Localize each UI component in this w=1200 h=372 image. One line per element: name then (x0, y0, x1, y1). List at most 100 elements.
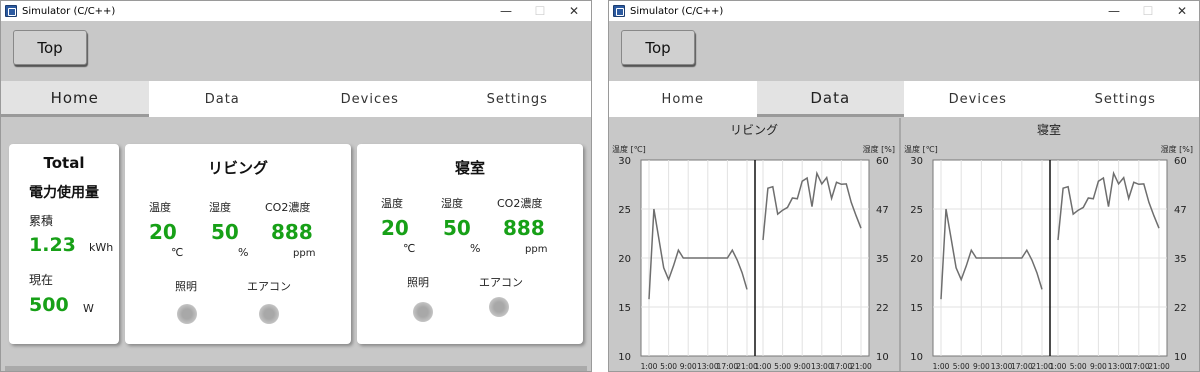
x-tick-label: 9:00 (973, 362, 990, 371)
temp-tick-label: 25 (910, 205, 923, 216)
x-tick-label: 21:00 (1031, 362, 1053, 371)
temp-tick-label: 30 (618, 156, 631, 167)
humidity-tick-label: 10 (1174, 352, 1187, 363)
temp-tick-label: 15 (910, 303, 923, 314)
chart-panel-bedroom: 寝室 30 60 25 47 20 35 15 22 10 10 温度 [℃] 湿度 [%] 1:00 1… (901, 118, 1197, 371)
humidity-unit: % (238, 246, 249, 259)
x-tick-label: 13:00 (991, 362, 1013, 371)
humidity-tick-label: 47 (1174, 205, 1187, 216)
x-tick-label: 17:00 (831, 362, 853, 371)
top-button[interactable]: Top (13, 30, 87, 65)
x-tick-label: 21:00 (736, 362, 758, 371)
power-usage-title: 電力使用量 (29, 185, 99, 201)
temp-axis-label: 温度 [℃] (904, 144, 938, 154)
co2-unit: ppm (525, 244, 548, 255)
humidity-tick-label: 60 (1174, 156, 1187, 167)
co2-unit: ppm (293, 248, 316, 259)
temp-tick-label: 30 (910, 156, 923, 167)
temp-axis-label: 温度 [℃] (612, 144, 646, 154)
temp-unit: ℃ (403, 242, 416, 255)
x-tick-label: 17:00 (717, 362, 739, 371)
title-bar: Simulator (C/C++) — ☐ ✕ (1, 1, 591, 21)
room-card-living: リビング 温度 湿度 CO2濃度 20 50 888 ℃ % ppm 照明 エア… (125, 144, 351, 344)
room-name: 寝室 (454, 159, 485, 177)
co2-value: 888 (271, 220, 313, 244)
x-tick-label: 17:00 (1011, 362, 1033, 371)
light-label: 照明 (175, 280, 197, 293)
maximize-button[interactable]: ☐ (523, 1, 557, 21)
x-tick-label: 9:00 (794, 362, 811, 371)
aircon-label: エアコン (479, 276, 523, 289)
light-label: 照明 (407, 276, 429, 289)
temp-label: 温度 (149, 201, 171, 214)
tab-settings[interactable]: Settings (1051, 81, 1199, 117)
temp-unit: ℃ (171, 246, 184, 259)
temp-value: 20 (149, 220, 177, 244)
co2-label: CO2濃度 (497, 197, 543, 210)
x-tick-label: 13:00 (811, 362, 833, 371)
humidity-tick-label: 22 (1174, 303, 1187, 314)
temp-tick-label: 10 (618, 352, 631, 363)
x-tick-label: 9:00 (680, 362, 697, 371)
temp-tick-label: 20 (618, 254, 631, 265)
total-title: Total (43, 154, 85, 172)
x-tick-label: 5:00 (1070, 362, 1087, 371)
humidity-label: 湿度 (441, 197, 463, 210)
close-button[interactable]: ✕ (1165, 1, 1199, 21)
tab-data[interactable]: Data (756, 81, 904, 117)
cumulative-unit: kWh (89, 241, 114, 254)
tab-data[interactable]: Data (148, 81, 296, 117)
chart-panel-living: リビング 30 60 25 47 20 35 15 22 10 10 温度 [℃] 湿度 [%] 1:0… (609, 118, 899, 371)
x-tick-label: 17:00 (1128, 362, 1150, 371)
humidity-tick-label: 47 (876, 205, 889, 216)
current-label: 現在 (29, 273, 54, 287)
temp-value: 20 (381, 216, 409, 240)
top-button[interactable]: Top (621, 30, 695, 65)
co2-label: CO2濃度 (265, 201, 311, 214)
temp-tick-label: 10 (910, 352, 923, 363)
x-tick-label: 21:00 (850, 362, 872, 371)
cumulative-value: 1.23 (29, 234, 76, 256)
bedroom-chart: 30 6025 4720 3515 2210 10温度 [℃] 湿度 [%]1:00 1:00… (904, 144, 1193, 371)
humidity-label: 湿度 (209, 201, 231, 214)
temp-label: 温度 (381, 197, 403, 210)
temp-tick-label: 20 (910, 254, 923, 265)
x-tick-label: 1:00 (641, 362, 658, 371)
app-icon (613, 5, 625, 17)
temp-tick-label: 25 (618, 205, 631, 216)
current-unit: W (83, 302, 94, 315)
tab-home[interactable]: Home (609, 81, 757, 117)
aircon-indicator[interactable] (259, 304, 279, 324)
minimize-button[interactable]: — (489, 1, 523, 21)
light-indicator[interactable] (413, 302, 433, 322)
total-power-card: Total 電力使用量 累積 1.23 kWh 現在 500 W (9, 144, 119, 344)
x-tick-label: 5:00 (660, 362, 677, 371)
tab-devices[interactable]: Devices (904, 81, 1052, 117)
aircon-indicator[interactable] (489, 297, 509, 317)
cumulative-label: 累積 (29, 214, 54, 228)
humidity-axis-label: 湿度 [%] (863, 144, 895, 154)
window-title: Simulator (C/C++) (22, 5, 116, 17)
minimize-button[interactable]: — (1097, 1, 1131, 21)
humidity-value: 50 (443, 216, 471, 240)
app-icon (5, 5, 17, 17)
close-button[interactable]: ✕ (557, 1, 591, 21)
humidity-tick-label: 35 (876, 254, 889, 265)
light-indicator[interactable] (177, 304, 197, 324)
tab-home[interactable]: Home (1, 81, 149, 117)
co2-value: 888 (503, 216, 545, 240)
chart-title: 寝室 (1036, 123, 1061, 137)
title-bar: Simulator (C/C++) — ☐ ✕ (609, 1, 1199, 21)
x-tick-label: 5:00 (774, 362, 791, 371)
room-card-bedroom: 寝室 温度 湿度 CO2濃度 20 50 888 ℃ % ppm 照明 エアコン (357, 144, 583, 344)
tab-settings[interactable]: Settings (443, 81, 591, 117)
x-tick-label: 13:00 (697, 362, 719, 371)
horizontal-scrollbar[interactable] (5, 366, 587, 371)
humidity-tick-label: 10 (876, 352, 889, 363)
tab-devices[interactable]: Devices (296, 81, 444, 117)
simulator-window-home: Simulator (C/C++) — ☐ ✕ Top Home Data De… (0, 0, 592, 372)
humidity-tick-label: 60 (876, 156, 889, 167)
temp-tick-label: 15 (618, 303, 631, 314)
tab-bar: Home Data Devices Settings (609, 81, 1199, 117)
maximize-button[interactable]: ☐ (1131, 1, 1165, 21)
